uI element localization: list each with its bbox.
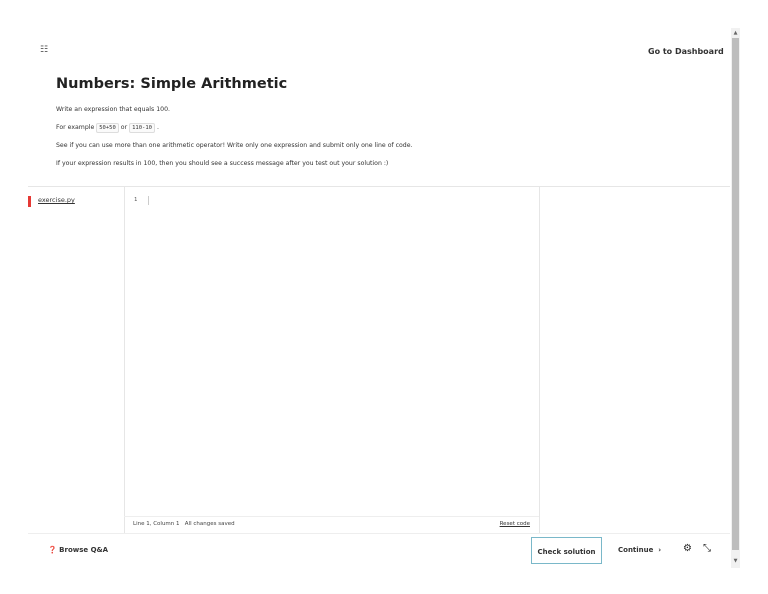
menu-icon[interactable]: ☷ bbox=[40, 45, 48, 55]
divider bbox=[124, 186, 125, 534]
code-example-2: 110-10 bbox=[129, 122, 155, 133]
gear-icon[interactable]: ⚙ bbox=[683, 543, 692, 554]
status-text: Line 1, Column 1 All changes saved bbox=[133, 521, 235, 529]
line-number: 1 bbox=[134, 197, 138, 203]
save-status: All changes saved bbox=[184, 521, 235, 527]
divider bbox=[539, 186, 540, 534]
instruction-4: If your expression results in 100, then … bbox=[56, 159, 389, 167]
active-file-indicator bbox=[28, 196, 31, 207]
lesson-description: Write an expression that equals 100. For… bbox=[56, 101, 413, 172]
continue-label: Continue bbox=[618, 546, 654, 554]
question-icon: ❓ bbox=[48, 546, 57, 554]
code-example-1: 50+50 bbox=[96, 122, 119, 133]
reset-code-link[interactable]: Reset code bbox=[500, 521, 530, 529]
instruction-3: See if you can use more than one arithme… bbox=[56, 142, 413, 149]
divider bbox=[28, 186, 730, 187]
check-solution-button[interactable]: Check solution bbox=[531, 537, 602, 564]
example-label: For example bbox=[56, 123, 95, 131]
or-text: or bbox=[120, 123, 128, 131]
scroll-up-icon[interactable]: ▲ bbox=[731, 30, 740, 36]
page-title: Numbers: Simple Arithmetic bbox=[56, 76, 288, 92]
period: . bbox=[156, 123, 159, 131]
continue-button[interactable]: Continue › bbox=[618, 546, 661, 554]
code-editor-cursor[interactable] bbox=[148, 196, 149, 205]
expand-icon[interactable]: ⤡ bbox=[703, 543, 711, 554]
browse-qa-button[interactable]: ❓ Browse Q&A bbox=[48, 546, 108, 554]
cursor-position: Line 1, Column 1 bbox=[133, 521, 180, 527]
file-tab-exercise[interactable]: exercise.py bbox=[38, 196, 75, 204]
divider bbox=[28, 533, 730, 534]
scroll-down-icon[interactable]: ▼ bbox=[731, 558, 740, 564]
go-to-dashboard-link[interactable]: Go to Dashboard bbox=[648, 47, 724, 56]
editor-status-bar: Line 1, Column 1 All changes saved Reset… bbox=[124, 516, 539, 533]
browse-label: Browse Q&A bbox=[59, 546, 109, 554]
instruction-2: For example 50+50 or 110-10 . bbox=[56, 119, 413, 138]
scrollbar-thumb[interactable] bbox=[732, 38, 739, 550]
chevron-right-icon: › bbox=[658, 546, 662, 554]
instruction-1: Write an expression that equals 100. bbox=[56, 106, 170, 113]
